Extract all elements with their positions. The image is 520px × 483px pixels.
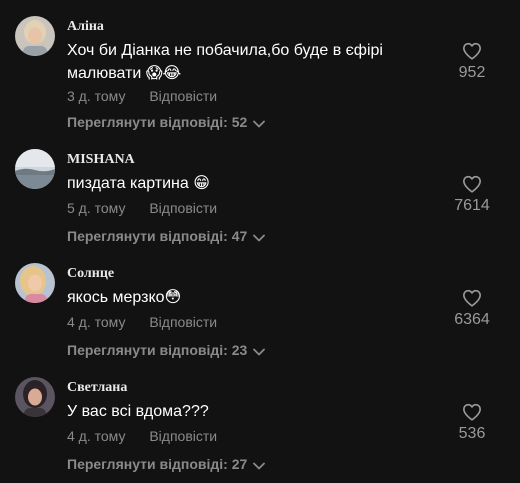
chevron-down-icon xyxy=(253,457,266,473)
avatar[interactable] xyxy=(15,149,55,189)
view-replies-label: Переглянути відповіді: 27 xyxy=(67,456,248,472)
view-replies-button[interactable]: Переглянути відповіді: 52 xyxy=(67,114,266,131)
comment-item: Аліна Хоч би Діанка не побачила,бо буде … xyxy=(0,0,520,130)
comment-item: MISHANA пиздата картина 😁 5 д. тому Відп… xyxy=(0,133,520,247)
like-count: 536 xyxy=(458,425,486,442)
like-button[interactable]: 7614 xyxy=(442,175,502,215)
comment-username[interactable]: Аліна xyxy=(67,19,104,35)
like-count: 6364 xyxy=(454,311,490,328)
comment-text: Хоч би Діанка не побачила,бо буде в єфір… xyxy=(67,42,383,82)
comment-text: У вас всі вдома??? xyxy=(67,403,209,420)
comment-time: 5 д. тому xyxy=(67,200,126,216)
comment-meta: 4 д. тому Відповісти xyxy=(67,428,217,444)
heart-outline-icon xyxy=(463,289,481,307)
chevron-down-icon xyxy=(253,343,266,359)
view-replies-label: Переглянути відповіді: 52 xyxy=(67,114,248,130)
heart-outline-icon xyxy=(463,403,481,421)
comment-item: Солнце якось мерзко😳 4 д. тому Відповіст… xyxy=(0,247,520,361)
comment-item: Светлана У вас всі вдома??? 4 д. тому Ві… xyxy=(0,361,520,475)
reply-button[interactable]: Відповісти xyxy=(149,88,217,104)
comment-text: пиздата картина 😁 xyxy=(67,175,210,192)
comment-time: 4 д. тому xyxy=(67,314,126,330)
chevron-down-icon xyxy=(253,115,266,131)
chevron-down-icon xyxy=(253,229,266,245)
heart-outline-icon xyxy=(463,42,481,60)
comment-time: 3 д. тому xyxy=(67,88,126,104)
like-button[interactable]: 6364 xyxy=(442,289,502,329)
comment-meta: 3 д. тому Відповісти xyxy=(67,88,217,104)
like-button[interactable]: 536 xyxy=(442,403,502,443)
avatar[interactable] xyxy=(15,377,55,417)
view-replies-label: Переглянути відповіді: 23 xyxy=(67,342,248,358)
reply-button[interactable]: Відповісти xyxy=(149,314,217,330)
comment-username[interactable]: Светлана xyxy=(67,380,127,396)
comment-text: якось мерзко😳 xyxy=(67,289,182,306)
comment-username[interactable]: Солнце xyxy=(67,266,114,282)
comment-meta: 4 д. тому Відповісти xyxy=(67,314,217,330)
heart-outline-icon xyxy=(463,175,481,193)
comment-meta: 5 д. тому Відповісти xyxy=(67,200,217,216)
like-count: 7614 xyxy=(454,197,490,214)
view-replies-button[interactable]: Переглянути відповіді: 47 xyxy=(67,228,266,245)
comment-username[interactable]: MISHANA xyxy=(67,152,135,168)
like-button[interactable]: 952 xyxy=(442,42,502,82)
view-replies-button[interactable]: Переглянути відповіді: 23 xyxy=(67,342,266,359)
reply-button[interactable]: Відповісти xyxy=(149,200,217,216)
like-count: 952 xyxy=(458,64,486,81)
comment-time: 4 д. тому xyxy=(67,428,126,444)
reply-button[interactable]: Відповісти xyxy=(149,428,217,444)
view-replies-button[interactable]: Переглянути відповіді: 27 xyxy=(67,456,266,473)
avatar[interactable] xyxy=(15,16,55,56)
view-replies-label: Переглянути відповіді: 47 xyxy=(67,228,248,244)
avatar[interactable] xyxy=(15,263,55,303)
